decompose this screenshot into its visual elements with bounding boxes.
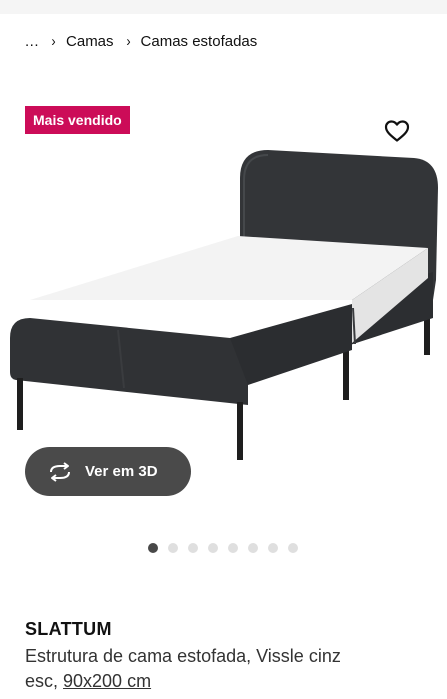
gallery-dot-6[interactable]	[248, 543, 258, 553]
product-name: SLATTUM	[25, 619, 112, 639]
product-description-continued: esc, 90x200 cm	[25, 669, 151, 694]
gallery-dot-7[interactable]	[268, 543, 278, 553]
view-in-3d-button[interactable]: Ver em 3D	[25, 447, 191, 496]
product-description-suffix: esc,	[25, 671, 64, 691]
best-seller-badge: Mais vendido	[25, 106, 130, 134]
product-description: Estrutura de cama estofada, Vissle cinz	[25, 646, 341, 666]
gallery-dot-1[interactable]	[148, 543, 158, 553]
breadcrumb-ellipsis[interactable]: ...	[25, 33, 39, 50]
breadcrumb: ... › Camas › Camas estofadas	[25, 31, 257, 51]
top-bar	[0, 0, 447, 14]
product-image[interactable]	[0, 140, 447, 470]
badge-label: Mais vendido	[33, 112, 122, 128]
gallery-dot-8[interactable]	[288, 543, 298, 553]
chevron-right-icon: ›	[125, 32, 131, 50]
size-link[interactable]: 90x200 cm	[63, 671, 151, 691]
view-in-3d-label: Ver em 3D	[85, 463, 158, 480]
breadcrumb-item-camas[interactable]: Camas	[66, 33, 114, 50]
gallery-dot-4[interactable]	[208, 543, 218, 553]
gallery-dot-5[interactable]	[228, 543, 238, 553]
gallery-pagination	[148, 543, 308, 553]
chevron-right-icon: ›	[51, 32, 56, 50]
gallery-dot-2[interactable]	[168, 543, 178, 553]
gallery-dot-3[interactable]	[188, 543, 198, 553]
breadcrumb-item-camas-estofadas[interactable]: Camas estofadas	[141, 33, 258, 50]
rotate-3d-icon	[50, 461, 70, 482]
